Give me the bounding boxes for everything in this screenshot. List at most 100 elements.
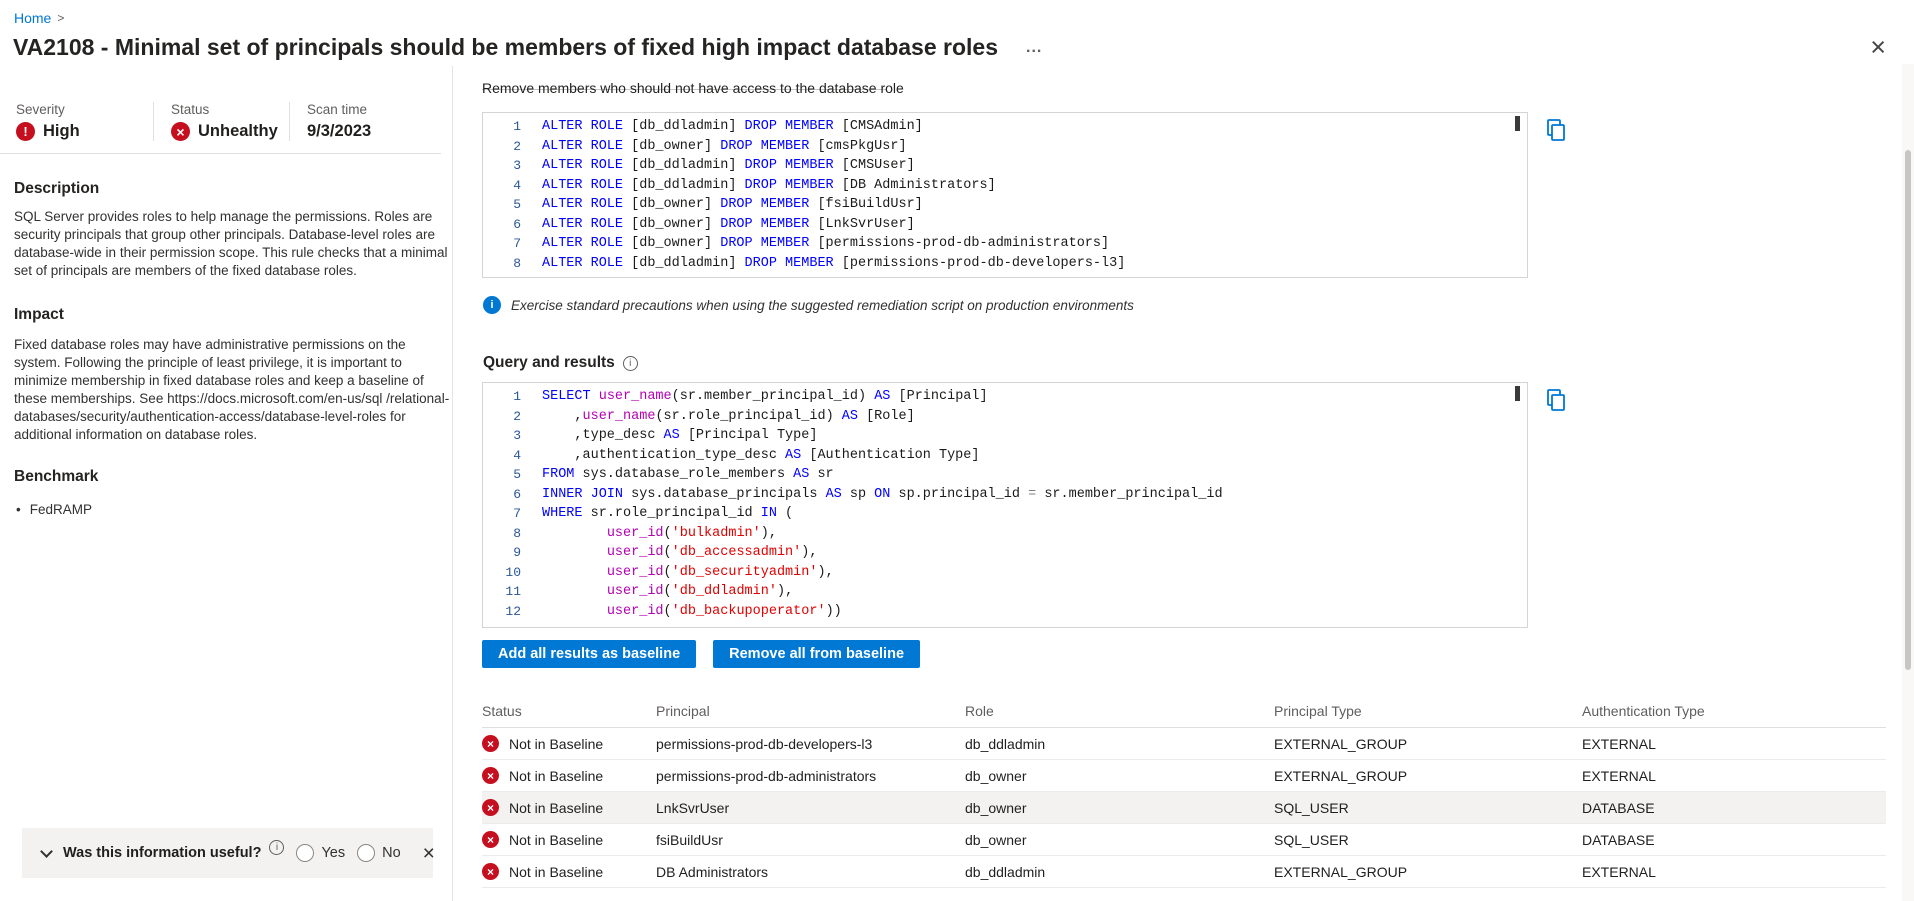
code-line: 5 FROM sys.database_role_members AS sr xyxy=(483,465,1527,485)
scan-time-field: Scan time 9/3/2023 xyxy=(289,102,389,141)
status-value: Unhealthy xyxy=(198,122,278,140)
meta-divider xyxy=(0,153,441,154)
copy-icon xyxy=(1546,388,1565,411)
close-button[interactable]: × xyxy=(1870,34,1886,61)
feedback-close-icon[interactable]: × xyxy=(423,843,435,864)
line-number: 3 xyxy=(513,428,521,444)
feedback-info-icon[interactable]: i xyxy=(269,839,285,855)
results-table-header: Status Principal Role Principal Type Authent… xyxy=(482,694,1886,728)
code-line: 3 ALTER ROLE [db_ddladmin] DROP MEMBER [C… xyxy=(483,156,1527,176)
precaution-note: i Exercise standard precautions when usi… xyxy=(483,296,1134,314)
no-radio[interactable] xyxy=(357,844,376,862)
feedback-question: Was this information useful? xyxy=(63,845,262,861)
code-scrollbar-thumb[interactable] xyxy=(1515,386,1520,401)
not-in-baseline-icon: × xyxy=(482,799,499,816)
code-scrollbar-thumb[interactable] xyxy=(1515,116,1520,131)
feedback-no-option[interactable]: No xyxy=(357,844,401,862)
auth-type-cell: DATABASE xyxy=(1582,831,1655,848)
table-row[interactable]: × Not in Baseline LnkSvrUser db_owner SQL_US… xyxy=(482,792,1886,824)
principal-cell: DB Administrators xyxy=(656,863,769,880)
severity-field: Severity ! High xyxy=(16,102,153,141)
impact-heading: Impact xyxy=(14,306,64,323)
code-line: 4 ALTER ROLE [db_ddladmin] DROP MEMBER [D… xyxy=(483,176,1527,196)
auth-type-cell: EXTERNAL xyxy=(1582,735,1656,752)
table-row[interactable]: × Not in Baseline DB Administrators db_ddla… xyxy=(482,856,1886,888)
line-number: 3 xyxy=(513,158,521,174)
remediation-heading-clipped: Remove members who should not have acces… xyxy=(482,80,904,96)
scrollbar-thumb[interactable] xyxy=(1905,150,1911,670)
yes-radio[interactable] xyxy=(296,844,315,862)
code-line: 12 user_id('db_backupoperator')) xyxy=(483,602,1527,622)
line-number: 8 xyxy=(513,255,521,271)
scan-time-value: 9/3/2023 xyxy=(307,122,372,140)
status-cell: × Not in Baseline xyxy=(482,799,656,816)
status-cell: × Not in Baseline xyxy=(482,767,656,784)
line-number: 1 xyxy=(513,389,521,405)
code-line: 2 ALTER ROLE [db_owner] DROP MEMBER [cmsP… xyxy=(483,137,1527,157)
code-line: 4 ,authentication_type_desc AS [Authenti… xyxy=(483,446,1527,466)
remove-all-from-baseline-button[interactable]: Remove all from baseline xyxy=(713,640,921,668)
description-text: SQL Server provides roles to help manage… xyxy=(14,209,448,278)
no-label: No xyxy=(382,845,401,861)
query-code-block[interactable]: 1 SELECT user_name(sr.member_principal_id… xyxy=(482,382,1528,628)
not-in-baseline-icon: × xyxy=(482,863,499,880)
info-icon: i xyxy=(483,296,501,314)
role-cell: db_owner xyxy=(965,767,1027,784)
column-header[interactable]: Principal Type xyxy=(1274,703,1582,719)
code-line: 8 ALTER ROLE [db_ddladmin] DROP MEMBER [p… xyxy=(483,254,1527,274)
remediation-code-block[interactable]: 1 ALTER ROLE [db_ddladmin] DROP MEMBER [C… xyxy=(482,112,1528,278)
auth-type-cell: EXTERNAL xyxy=(1582,863,1656,880)
code-line: 2 ,user_name(sr.role_principal_id) AS [R… xyxy=(483,407,1527,427)
more-options-icon[interactable]: ... xyxy=(1026,39,1042,57)
code-line: 10 user_id('db_securityadmin'), xyxy=(483,563,1527,583)
column-header[interactable]: Principal xyxy=(656,703,965,719)
query-results-label: Query and results xyxy=(483,354,615,371)
table-row[interactable]: × Not in Baseline fsiBuildUsr db_owner SQL_U… xyxy=(482,824,1886,856)
column-header[interactable]: Authentication Type xyxy=(1582,703,1886,719)
auth-type-cell: DATABASE xyxy=(1582,799,1655,816)
code-line: 11 user_id('db_ddladmin'), xyxy=(483,582,1527,602)
status-text: Not in Baseline xyxy=(509,735,604,752)
code-line: 1 SELECT user_name(sr.member_principal_id… xyxy=(483,387,1527,407)
copy-remediation-button[interactable] xyxy=(1542,116,1569,143)
line-number: 4 xyxy=(513,177,521,193)
query-results-heading: Query and results i xyxy=(483,354,638,372)
column-header[interactable]: Role xyxy=(965,703,1274,719)
feedback-yes-option[interactable]: Yes xyxy=(296,844,345,862)
baseline-actions: Add all results as baseline Remove all f… xyxy=(482,640,921,668)
add-all-results-as-baseline-button[interactable]: Add all results as baseline xyxy=(482,640,697,668)
breadcrumb-home-link[interactable]: Home xyxy=(14,10,51,26)
severity-value: High xyxy=(43,122,80,140)
benchmark-heading: Benchmark xyxy=(14,468,99,485)
line-number: 7 xyxy=(513,236,521,252)
line-number: 10 xyxy=(505,564,521,580)
benchmark-item-label: FedRAMP xyxy=(29,502,93,517)
status-text: Not in Baseline xyxy=(509,863,604,880)
code-line: 7 ALTER ROLE [db_owner] DROP MEMBER [perm… xyxy=(483,234,1527,254)
principal-cell: fsiBuildUsr xyxy=(656,831,723,848)
severity-label: Severity xyxy=(16,102,65,117)
column-header[interactable]: Status xyxy=(482,703,656,719)
unhealthy-icon: × xyxy=(171,122,190,141)
title-row: VA2108 - Minimal set of principals shoul… xyxy=(13,34,1042,61)
table-row[interactable]: × Not in Baseline permissions-prod-db-deve… xyxy=(482,728,1886,760)
principal-type-cell: SQL_USER xyxy=(1274,831,1349,848)
line-number: 11 xyxy=(505,584,521,600)
chevron-down-icon[interactable] xyxy=(40,844,53,858)
status-cell: × Not in Baseline xyxy=(482,735,656,752)
line-number: 8 xyxy=(513,525,521,541)
principal-type-cell: EXTERNAL_GROUP xyxy=(1274,735,1408,752)
role-cell: db_ddladmin xyxy=(965,863,1046,880)
page-scrollbar[interactable] xyxy=(1902,64,1914,901)
line-number: 9 xyxy=(513,545,521,561)
line-number: 2 xyxy=(513,408,521,424)
breadcrumb-chevron-icon: > xyxy=(57,11,65,25)
line-number: 12 xyxy=(505,603,521,619)
line-number: 4 xyxy=(513,447,521,463)
results-table: Status Principal Role Principal Type Authent… xyxy=(482,694,1886,888)
description-heading: Description xyxy=(14,180,100,197)
code-line: 1 ALTER ROLE [db_ddladmin] DROP MEMBER [C… xyxy=(483,117,1527,137)
copy-query-button[interactable] xyxy=(1542,386,1569,413)
query-info-icon[interactable]: i xyxy=(622,355,638,371)
table-row[interactable]: × Not in Baseline permissions-prod-db-admi… xyxy=(482,760,1886,792)
